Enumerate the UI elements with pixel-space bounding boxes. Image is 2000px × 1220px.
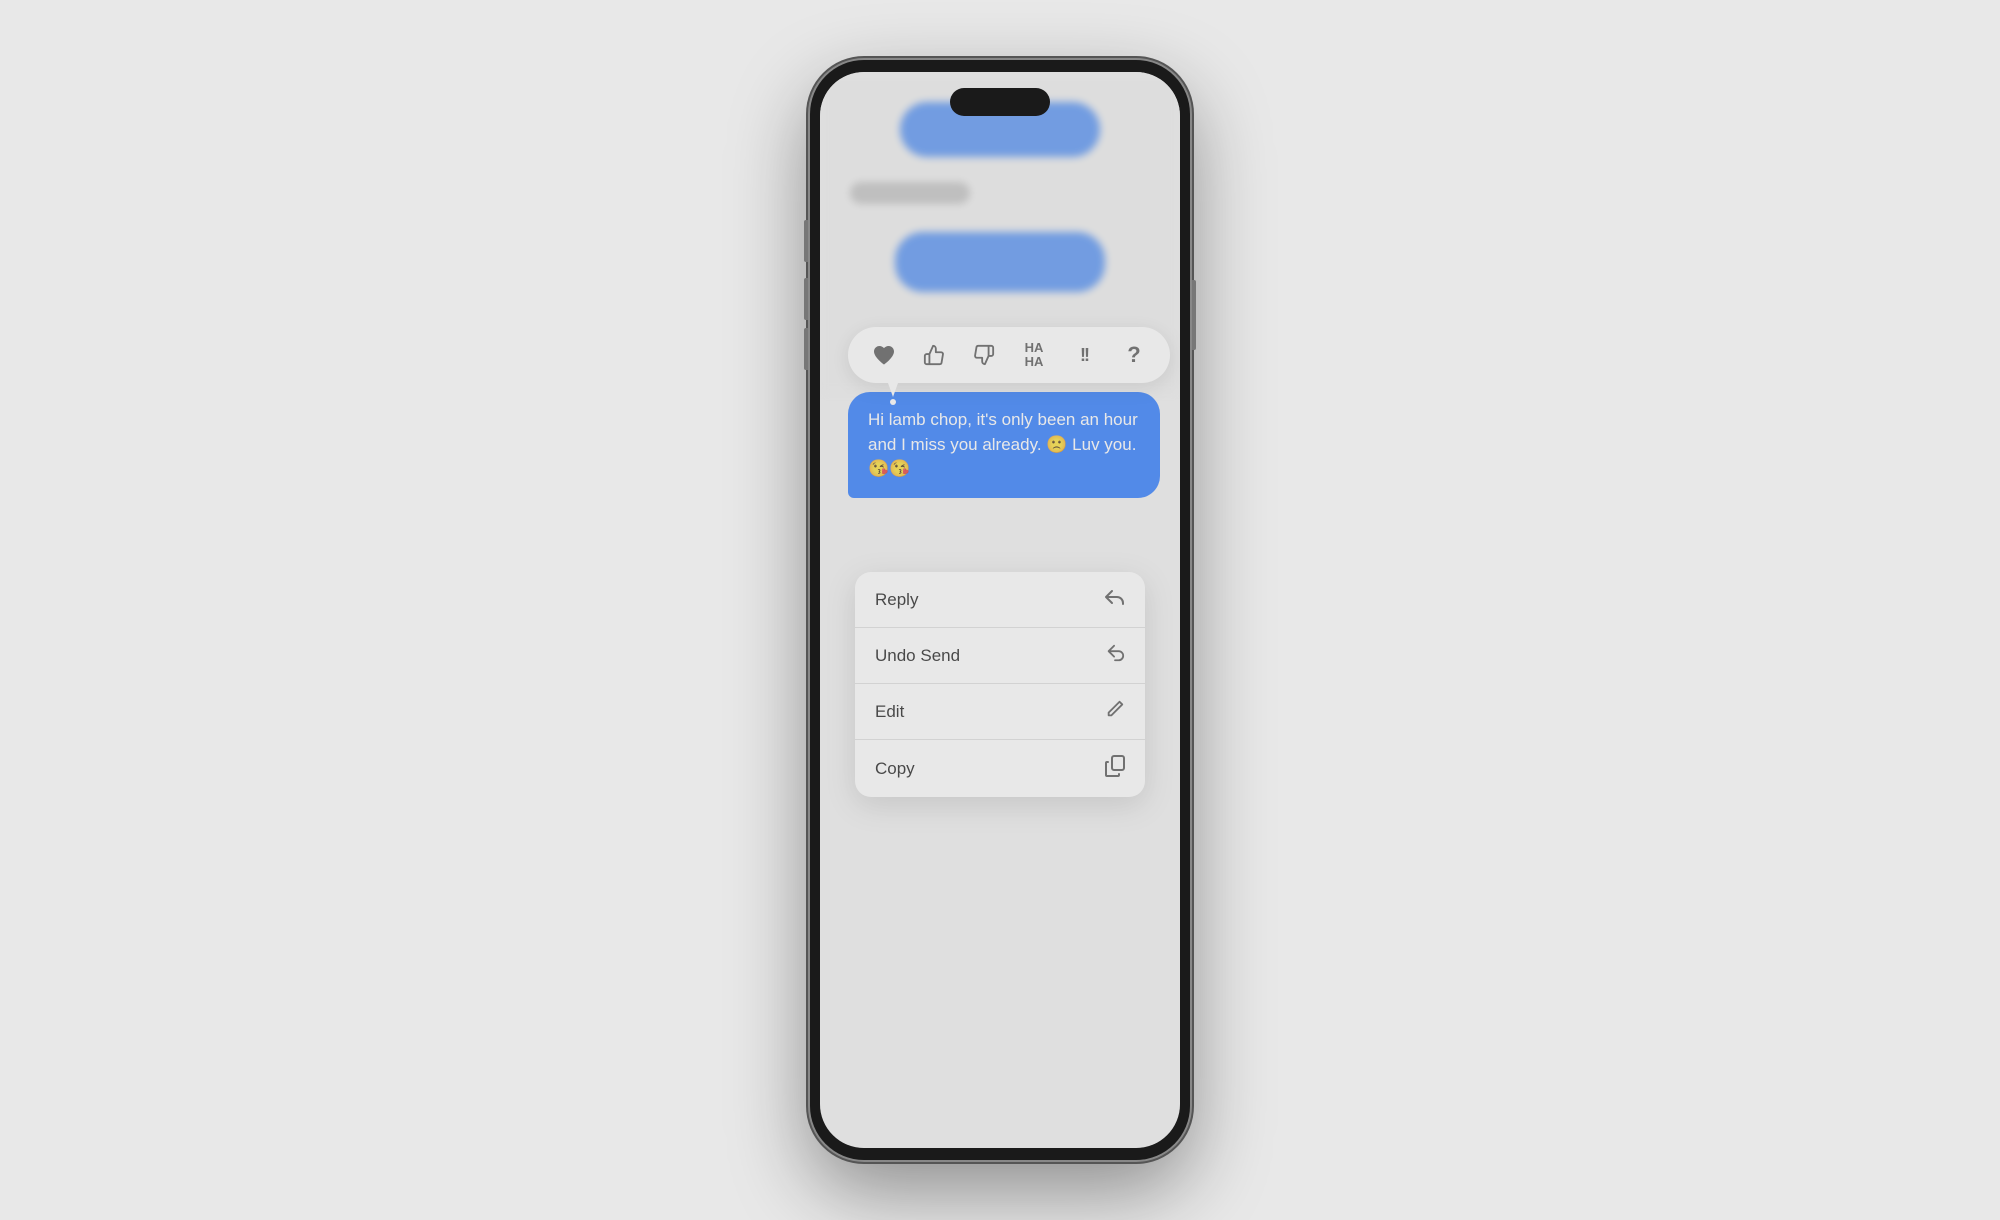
dynamic-island [950, 88, 1050, 116]
phone-screen: HA HA !! ? Hi lamb chop, it's only been … [820, 72, 1180, 1148]
scene: HA HA !! ? Hi lamb chop, it's only been … [0, 0, 2000, 1220]
phone-frame: HA HA !! ? Hi lamb chop, it's only been … [810, 60, 1190, 1160]
screen-overlay [820, 72, 1180, 1148]
